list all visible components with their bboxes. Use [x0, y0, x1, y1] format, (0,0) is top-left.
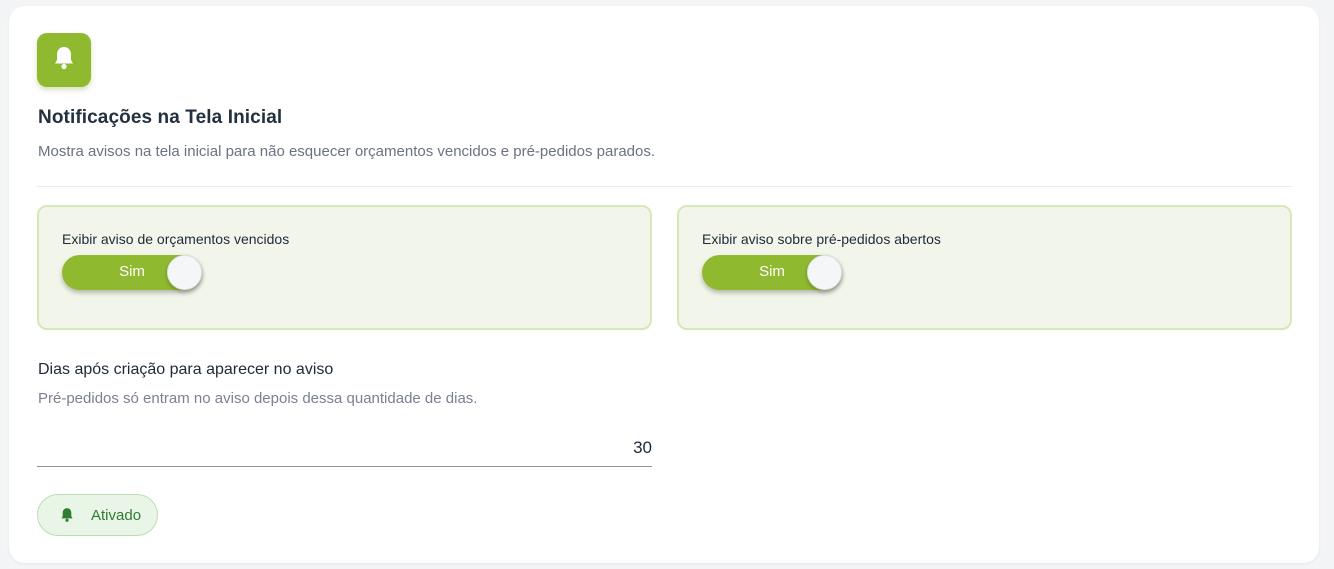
expired-quotes-toggle[interactable]: Sim [62, 255, 202, 290]
toggle-knob[interactable] [167, 255, 202, 290]
days-input[interactable] [37, 430, 652, 467]
days-field-label: Dias após criação para aparecer no aviso [38, 361, 334, 378]
bell-icon [52, 45, 76, 76]
page-subtitle: Mostra avisos na tela inicial para não e… [38, 143, 656, 160]
section-divider [37, 186, 1292, 187]
days-field-help: Pré-pedidos só entram no aviso depois de… [38, 390, 478, 407]
status-text: Ativado [91, 506, 142, 524]
status-badge: Ativado [37, 494, 158, 536]
header-icon-tile [37, 33, 91, 87]
option-card-open-preorders: Exibir aviso sobre pré-pedidos abertos S… [677, 205, 1292, 330]
option-label: Exibir aviso de orçamentos vencidos [62, 231, 290, 247]
page-title: Notificações na Tela Inicial [38, 107, 283, 128]
bell-icon [59, 507, 75, 523]
toggle-knob[interactable] [807, 255, 842, 290]
open-preorders-toggle[interactable]: Sim [702, 255, 842, 290]
option-label: Exibir aviso sobre pré-pedidos abertos [702, 231, 941, 247]
option-card-expired-quotes: Exibir aviso de orçamentos vencidos Sim [37, 205, 652, 330]
notifications-settings-card: Notificações na Tela Inicial Mostra avis… [9, 6, 1319, 563]
